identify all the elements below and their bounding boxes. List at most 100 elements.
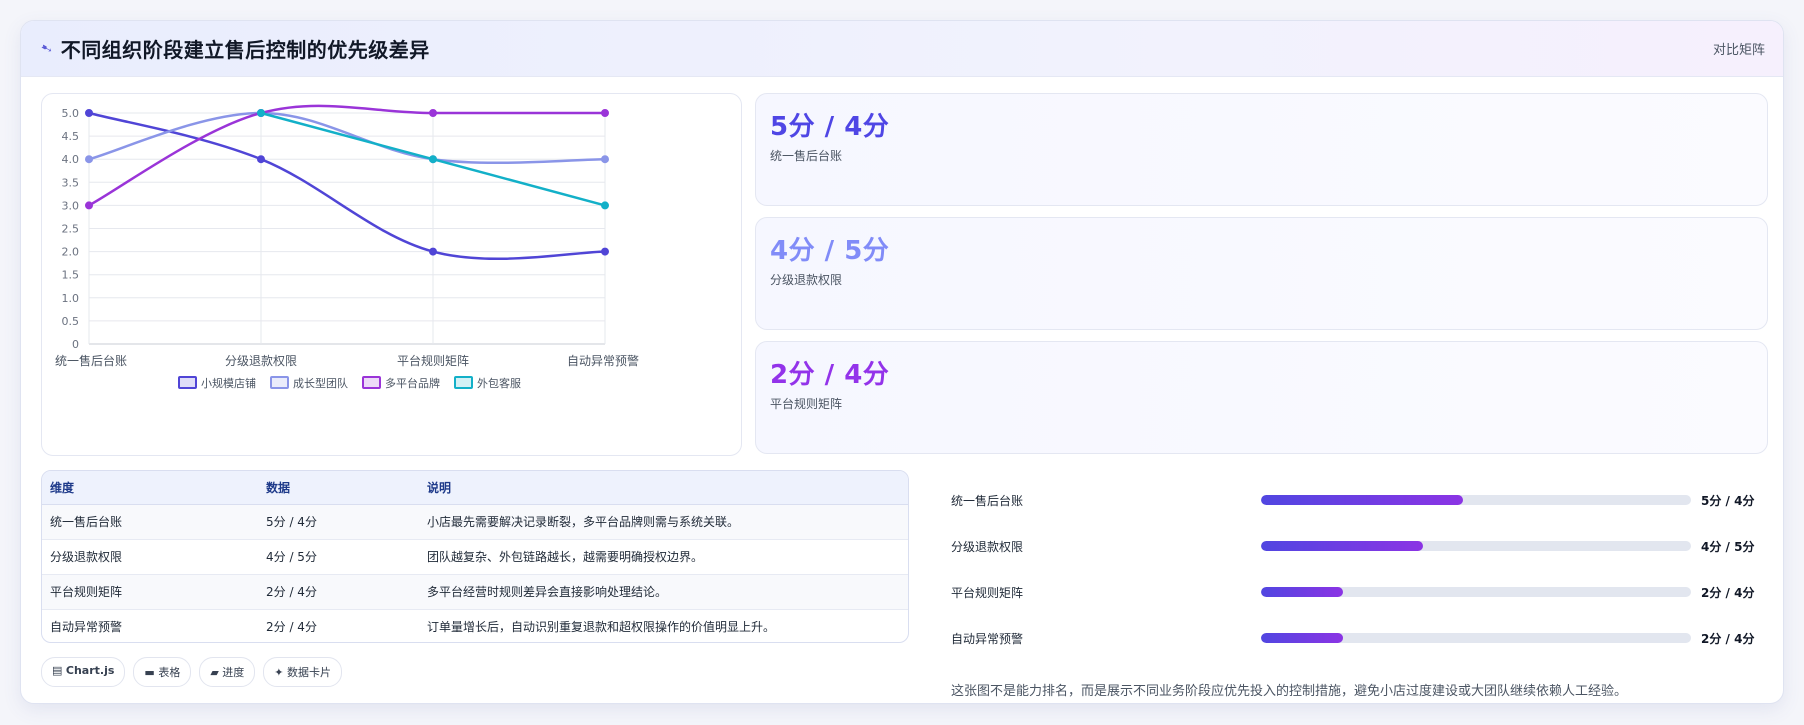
legend-label: 多平台品牌 <box>385 376 440 390</box>
table-cell: 团队越复杂、外包链路越长，越需要明确授权边界。 <box>419 539 908 575</box>
stat-card-2: 4分 / 5分 分级退款权限 <box>755 217 1768 330</box>
compare-matrix-link[interactable]: 对比矩阵 <box>1713 39 1765 58</box>
chip-label: 表格 <box>158 666 181 679</box>
data-point <box>601 109 609 117</box>
legend-label: 小规模店铺 <box>201 376 256 390</box>
table-row: 统一售后台账 5分 / 4分 小店最先需要解决记录断裂，多平台品牌则需与系统关联… <box>42 504 908 540</box>
data-point <box>601 201 609 210</box>
chart-icon: ▤ <box>52 664 63 677</box>
data-point <box>85 201 93 210</box>
x-tick-label: 自动异常预警 <box>567 353 639 368</box>
data-point <box>257 155 265 164</box>
y-tick-label: 0.5 <box>62 315 80 328</box>
table-cell: 自动异常预警 <box>50 620 123 635</box>
progress-value: 5分 / 4分 <box>1701 494 1755 508</box>
table-cell: 分级退款权限 <box>42 539 258 575</box>
y-tick-label: 5.0 <box>62 107 80 120</box>
title-wrap: ➷ 不同组织阶段建立售后控制的优先级差异 <box>39 34 430 63</box>
y-tick-label: 0 <box>72 338 79 351</box>
y-tick-label: 3.5 <box>62 176 80 189</box>
y-tick-label: 2.0 <box>62 246 80 259</box>
data-point <box>85 155 93 164</box>
chip-progress[interactable]: ▰ 进度 <box>199 657 256 687</box>
y-tick-label: 1.0 <box>62 292 80 305</box>
series-line <box>88 104 605 207</box>
chip-chartjs[interactable]: ▤ Chart.js <box>41 657 126 687</box>
table-row: 自动异常预警 2分 / 4分 订单量增长后，自动识别重复退款和超权限操作的价值明… <box>42 609 908 642</box>
legend-swatch <box>178 376 197 389</box>
stat-value: 5分 / 4分 <box>770 112 890 142</box>
progress-fill <box>1261 587 1343 597</box>
table-header-row: 维度 数据 说明 <box>42 471 908 505</box>
progress-track <box>1261 633 1691 643</box>
table-cell: 2分 / 4分 <box>266 620 317 635</box>
progress-track <box>1261 541 1691 551</box>
x-tick-label: 平台规则矩阵 <box>397 353 469 368</box>
data-table: 维度 数据 说明 统一售后台账 5分 / 4分 小店最先需要解决记录断裂，多平台… <box>41 470 909 643</box>
table-row: 分级退款权限 4分 / 5分 团队越复杂、外包链路越长，越需要明确授权边界。 <box>42 539 908 575</box>
table-cell: 小店最先需要解决记录断裂，多平台品牌则需与系统关联。 <box>419 504 908 540</box>
chip-bar: ▤ Chart.js ▬ 表格 ▰ 进度 ✦ 数据卡片 <box>41 657 343 687</box>
chip-label: 进度 <box>222 666 245 679</box>
progress-fill <box>1261 633 1343 643</box>
table-cell: 2分 / 4分 <box>258 574 419 610</box>
chip-data-card[interactable]: ✦ 数据卡片 <box>263 657 343 687</box>
chip-label: 数据卡片 <box>287 666 332 679</box>
progress-label: 平台规则矩阵 <box>951 586 1024 600</box>
stat-value: 4分 / 5分 <box>770 236 890 266</box>
progress-fill <box>1261 541 1424 551</box>
table-icon: ▬ <box>144 666 155 679</box>
progress-fill <box>1261 495 1464 505</box>
data-point <box>257 109 265 117</box>
data-point <box>85 109 93 117</box>
stat-card-3: 2分 / 4分 平台规则矩阵 <box>755 341 1768 454</box>
sparkle-icon: ➷ <box>39 39 55 58</box>
main-card: ➷ 不同组织阶段建立售后控制的优先级差异 对比矩阵 0 0.5 1.0 1.5 2.0 2… <box>20 20 1784 704</box>
x-tick-label: 统一售后台账 <box>55 353 127 368</box>
progress-value: 4分 / 5分 <box>1701 540 1755 554</box>
chip-label: Chart.js <box>65 664 115 677</box>
chart-panel: 0 0.5 1.0 1.5 2.0 2.5 3.0 3.5 4.0 4.5 5.0 统一售后台账 分级退… <box>41 93 742 456</box>
table-cell: 平台规则矩阵 <box>42 574 258 610</box>
progress-label: 分级退款权限 <box>951 540 1024 554</box>
y-tick-label: 2.5 <box>62 223 80 236</box>
y-tick-label: 4.5 <box>62 130 80 143</box>
stat-label: 平台规则矩阵 <box>770 397 843 411</box>
table-cell: 4分 / 5分 <box>258 539 419 575</box>
y-tick-label: 4.0 <box>62 153 80 166</box>
progress-row: 分级退款权限 4分 / 5分 <box>951 536 1781 556</box>
progress-value: 2分 / 4分 <box>1701 632 1755 646</box>
data-point <box>429 155 437 164</box>
line-chart: 0 0.5 1.0 1.5 2.0 2.5 3.0 3.5 4.0 4.5 5.0 统一售后台账 分级退… <box>55 104 639 390</box>
legend-label: 外包客服 <box>477 376 521 390</box>
progress-label: 统一售后台账 <box>951 494 1024 508</box>
progress-icon: ▰ <box>210 666 219 679</box>
table-cell: 统一售后台账 <box>42 504 258 540</box>
progress-row: 统一售后台账 5分 / 4分 <box>951 490 1781 510</box>
card-icon: ✦ <box>274 666 284 679</box>
data-point <box>429 247 437 256</box>
column-header: 数据 <box>258 471 419 505</box>
data-point <box>601 247 609 256</box>
legend-label: 成长型团队 <box>293 376 348 390</box>
progress-track <box>1261 587 1691 597</box>
legend-swatch <box>362 376 381 389</box>
table-row: 平台规则矩阵 2分 / 4分 多平台经营时规则差异会直接影响处理结论。 <box>42 574 908 610</box>
table-cell: 订单量增长后，自动识别重复退款和超权限操作的价值明显上升。 <box>427 620 776 635</box>
progress-row: 平台规则矩阵 2分 / 4分 <box>951 582 1781 602</box>
stat-label: 分级退款权限 <box>770 273 843 287</box>
progress-value: 2分 / 4分 <box>1701 586 1755 600</box>
stat-value: 2分 / 4分 <box>770 360 890 390</box>
x-tick-label: 分级退款权限 <box>225 354 297 368</box>
y-tick-label: 3.0 <box>62 199 80 212</box>
footnote: 这张图不是能力排名，而是展示不同业务阶段应优先投入的控制措施，避免小店过度建设或… <box>951 684 1628 699</box>
progress-track <box>1261 495 1691 505</box>
progress-label: 自动异常预警 <box>951 632 1024 646</box>
legend-swatch <box>454 376 473 389</box>
table-cell: 5分 / 4分 <box>258 504 419 540</box>
chip-table[interactable]: ▬ 表格 <box>133 657 192 687</box>
card-header: ➷ 不同组织阶段建立售后控制的优先级差异 对比矩阵 <box>21 21 1783 77</box>
page-title: 不同组织阶段建立售后控制的优先级差异 <box>60 38 430 62</box>
column-header: 维度 <box>42 471 258 505</box>
y-tick-label: 1.5 <box>62 269 80 282</box>
